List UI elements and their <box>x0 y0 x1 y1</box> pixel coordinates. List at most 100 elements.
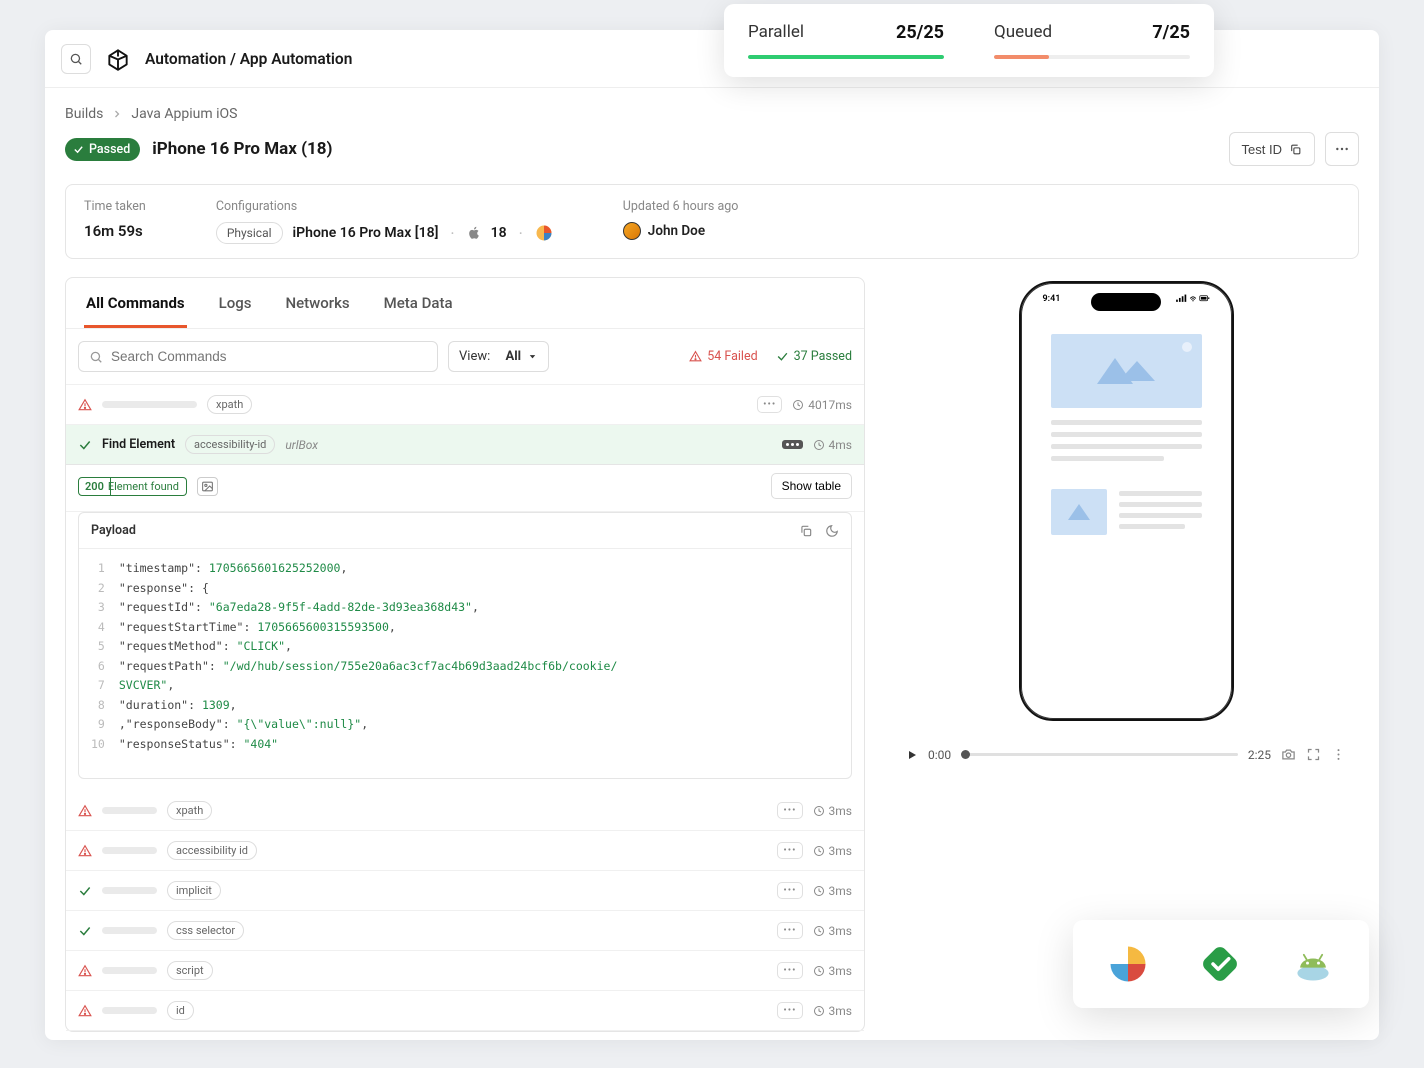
tab-logs[interactable]: Logs <box>217 278 254 328</box>
breadcrumb: Builds Java Appium iOS <box>65 106 1359 122</box>
check-icon <box>776 350 789 363</box>
row-time: 3ms <box>813 844 852 858</box>
more-menu-button[interactable] <box>1325 132 1359 166</box>
command-row[interactable]: xpath ••• 4017ms <box>66 385 864 425</box>
configurations-row: Physical iPhone 16 Pro Max [18] · 18 · <box>216 222 553 244</box>
test-id-button[interactable]: Test ID <box>1229 132 1315 166</box>
copy-icon <box>1289 143 1302 156</box>
command-row[interactable]: xpath•••3ms <box>66 791 864 831</box>
command-row[interactable]: accessibility id ••• 3ms <box>66 831 864 871</box>
tab-all-commands[interactable]: All Commands <box>84 278 187 328</box>
command-row[interactable]: implicit•••3ms <box>66 871 864 911</box>
chevron-down-icon <box>527 351 538 362</box>
stats-card: Parallel 25/25 Queued 7/25 <box>724 4 1214 77</box>
clock-icon <box>792 399 804 411</box>
player-total: 2:25 <box>1248 748 1271 762</box>
parallel-label: Parallel <box>748 22 804 43</box>
clock-icon <box>813 1005 825 1017</box>
warning-icon <box>78 964 92 978</box>
play-icon[interactable] <box>906 749 918 761</box>
command-row[interactable]: id•••3ms <box>66 991 864 1031</box>
failed-count: 54 Failed <box>689 349 757 364</box>
check-icon <box>78 884 92 898</box>
warning-icon <box>689 350 702 363</box>
warning-icon <box>78 398 92 412</box>
breadcrumb-root[interactable]: Builds <box>65 106 103 122</box>
check-icon <box>78 924 92 938</box>
locator-pill: script <box>167 961 213 980</box>
preview-thumb <box>1051 489 1107 535</box>
clock-icon <box>813 885 825 897</box>
parallel-value: 25/25 <box>896 22 944 43</box>
camera-icon[interactable] <box>1281 747 1296 762</box>
locator-pill: css selector <box>167 921 244 940</box>
search-button[interactable] <box>61 44 91 74</box>
screenshot-icon[interactable] <box>197 477 218 496</box>
clock-icon <box>813 845 825 857</box>
command-row[interactable]: css selector ••• 3ms <box>66 911 864 951</box>
row-more-button[interactable]: ••• <box>777 842 802 859</box>
more-vertical-icon[interactable] <box>1331 747 1346 762</box>
search-icon <box>69 52 83 66</box>
clock-icon <box>813 439 825 451</box>
logo-icon <box>105 46 131 72</box>
command-row-expanded: Find Element accessibility-id urlBox 4ms <box>66 425 864 465</box>
user-row: John Doe <box>623 222 739 240</box>
locator-pill: accessibility-id <box>185 435 275 454</box>
player-current: 0:00 <box>928 748 951 762</box>
row-time: 3ms <box>813 964 852 978</box>
phone-status-icons <box>1176 294 1210 304</box>
tab-networks[interactable]: Networks <box>283 278 351 328</box>
locator-pill: id <box>167 1001 194 1020</box>
updated-label: Updated 6 hours ago <box>623 199 739 214</box>
view-filter-dropdown[interactable]: View: All <box>448 341 549 372</box>
framework-icon <box>535 224 553 242</box>
phone-time: 9:41 <box>1043 294 1061 304</box>
tabs: All Commands Logs Networks Meta Data <box>66 278 864 329</box>
frameworks-card <box>1073 920 1369 1008</box>
status-text: Element found <box>101 477 187 496</box>
row-time: 3ms <box>813 884 852 898</box>
row-more-button[interactable]: ••• <box>777 962 802 979</box>
warning-icon <box>78 844 92 858</box>
player-track[interactable] <box>961 753 1238 756</box>
row-more-button[interactable]: ••• <box>777 1002 802 1019</box>
queued-value: 7/25 <box>1152 22 1190 43</box>
row-more-button[interactable]: ••• <box>757 396 782 413</box>
checkmark-badge-icon <box>1199 943 1241 985</box>
tab-meta-data[interactable]: Meta Data <box>382 278 455 328</box>
check-icon <box>78 438 92 452</box>
copy-icon[interactable] <box>799 524 813 538</box>
payload-label: Payload <box>91 523 136 538</box>
command-row[interactable]: script ••• 3ms <box>66 951 864 991</box>
clock-icon <box>813 805 825 817</box>
queued-label: Queued <box>994 22 1052 43</box>
row-more-button[interactable]: ••• <box>777 802 802 819</box>
session-title: iPhone 16 Pro Max (18) <box>152 139 332 159</box>
android-icon <box>1291 942 1335 986</box>
more-horizontal-icon <box>1334 141 1350 157</box>
row-more-button[interactable]: ••• <box>777 922 802 939</box>
locator-pill: accessibility id <box>167 841 257 860</box>
row-time: 3ms <box>813 924 852 938</box>
apple-icon <box>467 225 481 241</box>
search-icon <box>89 350 103 364</box>
time-taken-label: Time taken <box>84 199 146 214</box>
breadcrumb-child[interactable]: Java Appium iOS <box>131 106 237 122</box>
row-detail-button[interactable] <box>782 440 803 449</box>
device-name: iPhone 16 Pro Max [18] <box>293 225 439 241</box>
search-commands-input[interactable] <box>78 341 438 372</box>
theme-icon[interactable] <box>825 524 839 538</box>
user-name: John Doe <box>648 223 705 239</box>
video-player[interactable]: 0:00 2:25 <box>906 747 1346 762</box>
summary-card: Time taken 16m 59s Configurations Physic… <box>65 184 1359 259</box>
check-icon <box>73 144 84 155</box>
command-target: urlBox <box>285 438 318 452</box>
row-more-button[interactable]: ••• <box>777 882 802 899</box>
locator-pill: xpath <box>167 801 212 820</box>
chevron-right-icon <box>111 108 123 120</box>
fullscreen-icon[interactable] <box>1306 747 1321 762</box>
show-table-button[interactable]: Show table <box>771 473 852 499</box>
row-time: 4ms <box>813 438 852 452</box>
payload-panel: Payload 12345678910 "timestamp": 1705665… <box>78 512 852 779</box>
